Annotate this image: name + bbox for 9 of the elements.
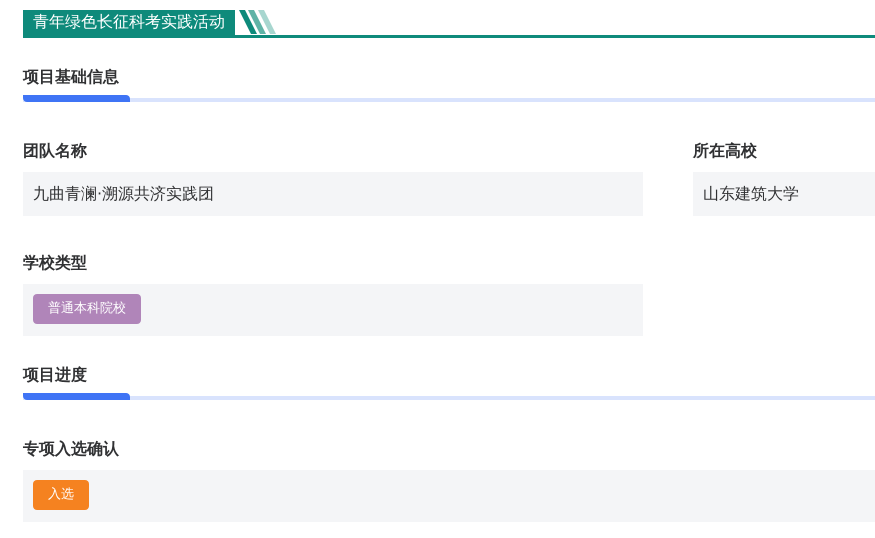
status-tag: 入选 — [33, 480, 89, 510]
section-heading: 项目进度 — [23, 364, 88, 386]
field-label: 学校类型 — [23, 252, 88, 274]
field-label: 团队名称 — [23, 140, 88, 162]
page-title: 青年绿色长征科考实践活动 — [23, 10, 235, 35]
field-label: 专项入选确认 — [23, 438, 120, 460]
status-tag: 普通本科院校 — [33, 294, 141, 324]
field-label: 所在高校 — [693, 140, 758, 162]
section-heading: 项目基础信息 — [23, 66, 120, 88]
